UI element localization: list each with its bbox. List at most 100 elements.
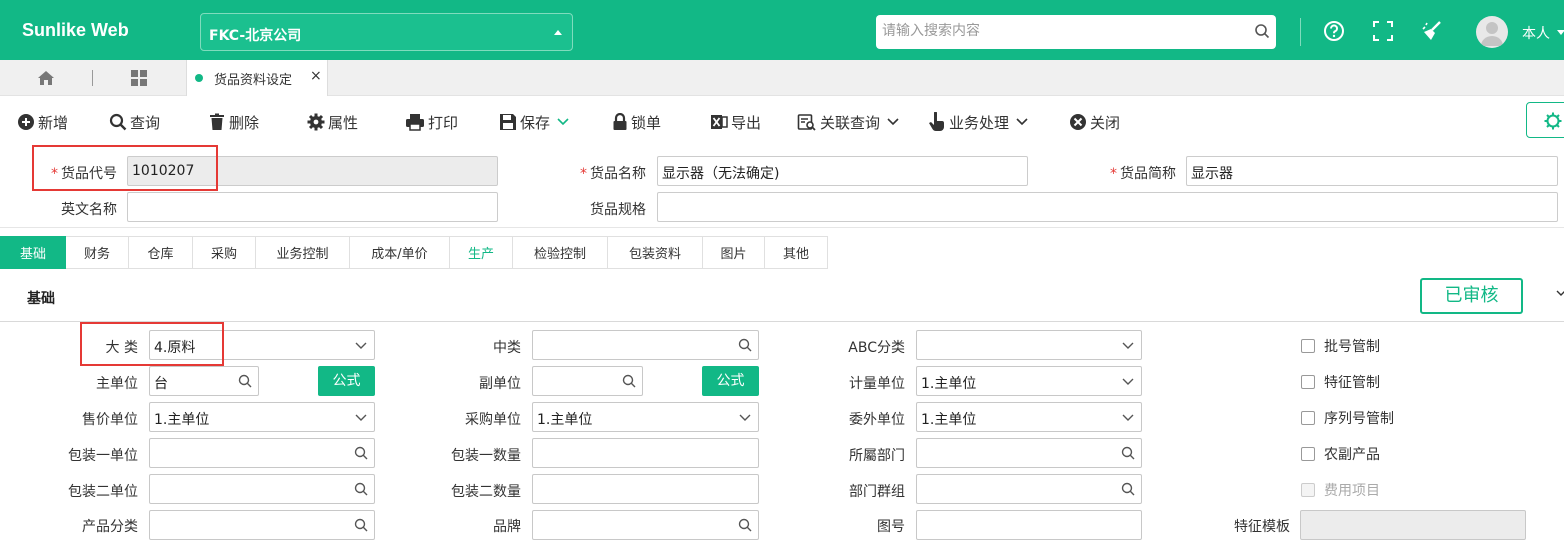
global-search-input[interactable]	[876, 15, 1236, 47]
tab-cost-price[interactable]: 成本/单价	[350, 236, 450, 269]
serial-control-checkbox[interactable]	[1301, 411, 1315, 425]
product-class-field[interactable]	[149, 510, 375, 540]
tab-packaging[interactable]: 包装资料	[608, 236, 703, 269]
spec-field[interactable]	[657, 192, 1558, 222]
chevron-down-icon[interactable]	[557, 118, 569, 126]
batch-control-checkbox[interactable]	[1301, 339, 1315, 353]
search-icon[interactable]	[738, 518, 752, 532]
search-icon[interactable]	[354, 446, 368, 460]
dept-field[interactable]	[916, 438, 1142, 468]
search-icon[interactable]	[1121, 482, 1135, 496]
tab-label: 货品资料设定	[214, 73, 293, 88]
print-button[interactable]: 打印	[405, 111, 458, 133]
tab-inspection[interactable]: 检验控制	[513, 236, 608, 269]
properties-button[interactable]: 属性	[307, 111, 358, 133]
help-icon[interactable]	[1323, 20, 1345, 42]
sub-unit-field[interactable]	[532, 366, 643, 396]
related-query-icon	[797, 114, 816, 131]
item-name-field[interactable]: 显示器（无法确定)	[657, 156, 1028, 186]
close-button[interactable]: 关闭	[1069, 111, 1120, 133]
main-unit-formula-button[interactable]: 公式	[318, 366, 375, 396]
search-icon[interactable]	[354, 482, 368, 496]
outsource-unit-select[interactable]: 1.主单位	[916, 402, 1142, 432]
agri-product-checkbox[interactable]	[1301, 447, 1315, 461]
grid-apps-icon[interactable]	[130, 69, 148, 87]
search-icon[interactable]	[354, 518, 368, 532]
save-button[interactable]: 保存	[499, 111, 572, 133]
lock-button-label: 锁单	[631, 113, 662, 132]
chevron-down-icon[interactable]	[1557, 30, 1564, 35]
home-icon[interactable]	[37, 69, 55, 87]
sale-unit-select[interactable]: 1.主单位	[149, 402, 375, 432]
add-button[interactable]: 新增	[17, 111, 68, 133]
related-query-button[interactable]: 关联查询	[797, 111, 902, 133]
measure-unit-value: 1.主单位	[921, 376, 977, 392]
drawing-no-field[interactable]	[916, 510, 1142, 540]
fullscreen-icon[interactable]	[1372, 20, 1394, 42]
business-process-button[interactable]: 业务处理	[928, 111, 1031, 133]
pack1-qty-field[interactable]	[532, 438, 759, 468]
properties-button-label: 属性	[328, 113, 359, 132]
item-short-field[interactable]: 显示器	[1186, 156, 1558, 186]
delete-button[interactable]: 删除	[208, 111, 259, 133]
chevron-down-icon	[739, 414, 751, 421]
main-unit-field[interactable]: 台	[149, 366, 259, 396]
sub-unit-formula-button[interactable]: 公式	[702, 366, 759, 396]
item-name-label: * 货品名称	[572, 163, 646, 183]
tab-business-control[interactable]: 业务控制	[256, 236, 350, 269]
tab-images[interactable]: 图片	[703, 236, 765, 269]
dept-group-field[interactable]	[916, 474, 1142, 504]
doc-tab-bar: 货品资料设定 ×	[0, 60, 1564, 96]
pack1-unit-field[interactable]	[149, 438, 375, 468]
required-mark: *	[1110, 166, 1117, 182]
close-tab-icon[interactable]: ×	[310, 68, 322, 84]
item-name-label-text: 货品名称	[590, 166, 646, 182]
chevron-down-icon[interactable]	[1556, 290, 1564, 298]
brand-field[interactable]	[532, 510, 759, 540]
search-icon[interactable]	[1254, 23, 1270, 39]
tab-other[interactable]: 其他	[765, 236, 828, 269]
pack1-qty-label: 包装一数量	[451, 448, 521, 464]
lock-button[interactable]: 锁单	[612, 111, 661, 133]
query-button-label: 查询	[130, 113, 161, 132]
tab-basic[interactable]: 基础	[0, 236, 66, 269]
company-select-value: FKC-北京公司	[209, 28, 302, 44]
search-icon[interactable]	[238, 374, 252, 388]
query-button[interactable]: 查询	[109, 111, 160, 133]
mid-class-field[interactable]	[532, 330, 759, 360]
english-name-field[interactable]	[127, 192, 498, 222]
user-avatar[interactable]	[1476, 16, 1508, 48]
tab-finance[interactable]: 财务	[66, 236, 129, 269]
user-name[interactable]: 本人	[1522, 23, 1550, 43]
chevron-down-icon[interactable]	[887, 118, 899, 126]
purchase-unit-select[interactable]: 1.主单位	[532, 402, 759, 432]
tab-warehouse[interactable]: 仓库	[129, 236, 193, 269]
export-button[interactable]: 导出	[710, 111, 761, 133]
broom-clean-icon[interactable]	[1421, 20, 1443, 42]
sale-unit-value: 1.主单位	[154, 412, 210, 428]
delete-button-label: 删除	[229, 113, 260, 132]
feature-control-checkbox[interactable]	[1301, 375, 1315, 389]
tab-item-settings[interactable]: 货品资料设定 ×	[186, 60, 328, 96]
pack2-unit-field[interactable]	[149, 474, 375, 504]
search-icon[interactable]	[1121, 446, 1135, 460]
plus-circle-icon	[18, 114, 34, 130]
search-icon[interactable]	[622, 374, 636, 388]
expense-item-checkbox[interactable]	[1301, 483, 1315, 497]
chevron-down-icon	[355, 342, 367, 349]
chevron-down-icon[interactable]	[1016, 118, 1028, 126]
trash-icon	[210, 113, 224, 130]
outsource-unit-value: 1.主单位	[921, 412, 977, 428]
feature-template-field[interactable]	[1300, 510, 1526, 540]
tab-production[interactable]: 生产	[450, 236, 513, 269]
search-icon[interactable]	[738, 338, 752, 352]
print-button-label: 打印	[428, 113, 459, 132]
page-settings-button[interactable]	[1526, 102, 1564, 138]
global-search[interactable]	[876, 15, 1276, 49]
company-select[interactable]: FKC-北京公司	[200, 13, 573, 51]
dept-label: 所屬部门	[849, 448, 905, 464]
pack2-qty-field[interactable]	[532, 474, 759, 504]
tab-purchase[interactable]: 采购	[193, 236, 256, 269]
measure-unit-select[interactable]: 1.主单位	[916, 366, 1142, 396]
abc-class-select[interactable]	[916, 330, 1142, 360]
